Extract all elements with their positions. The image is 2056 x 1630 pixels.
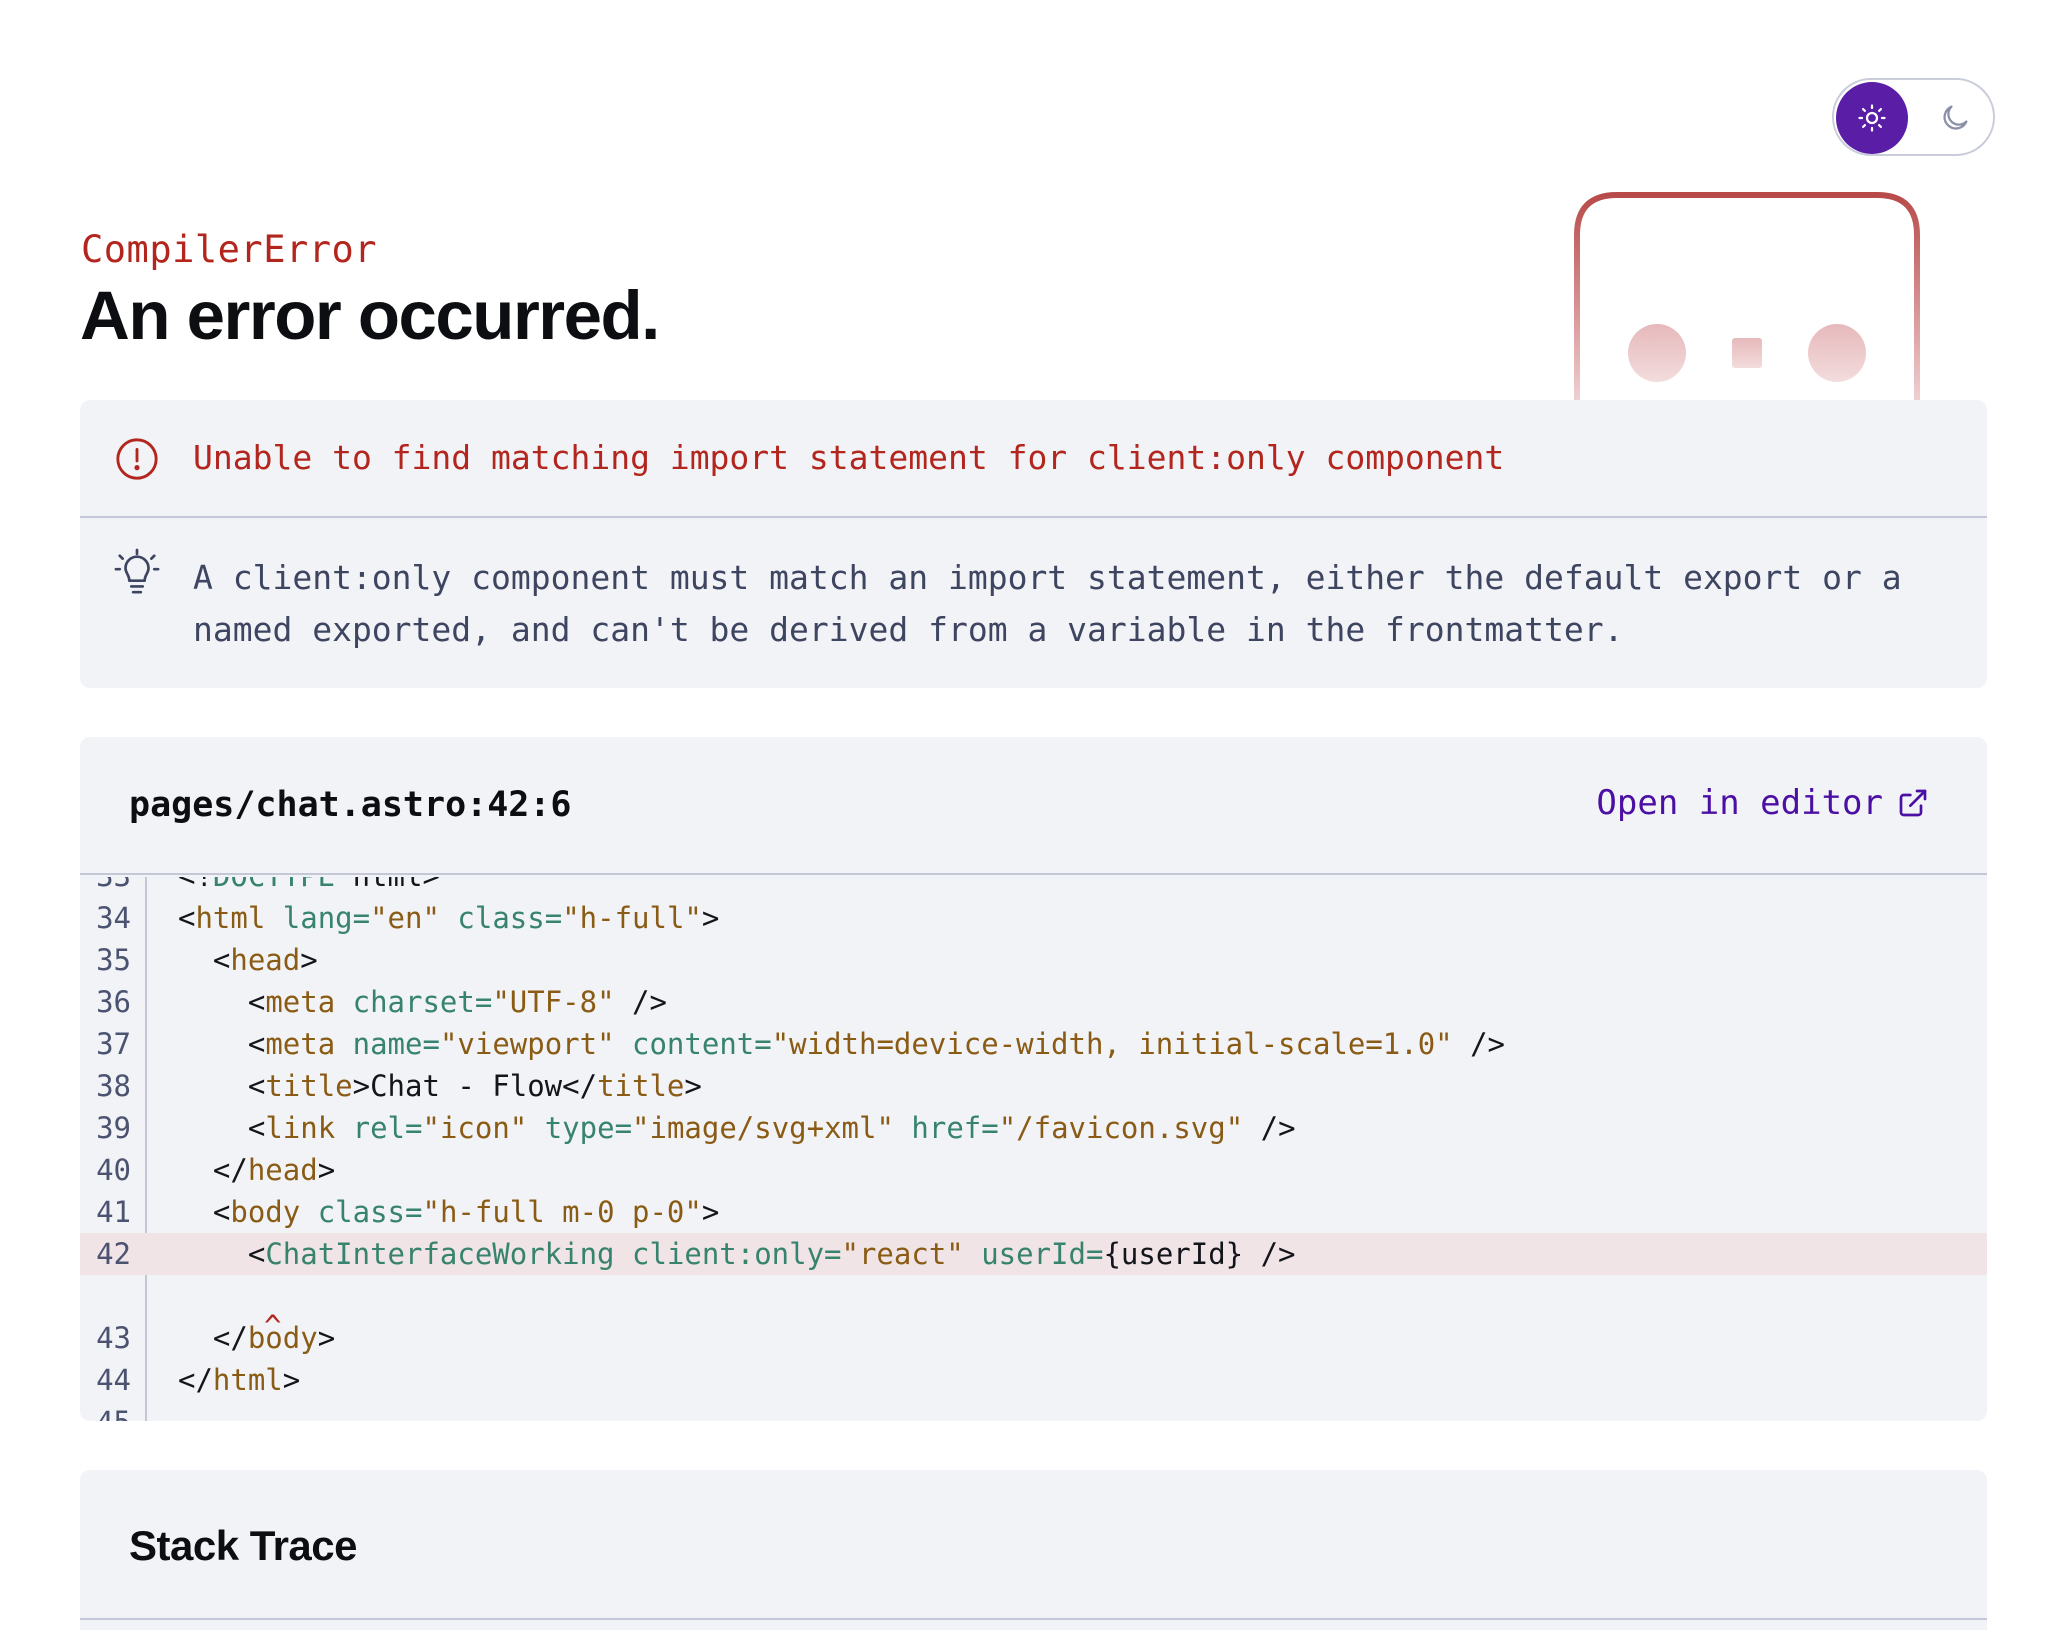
external-link-icon <box>1899 789 1927 817</box>
code-line: 45 <box>80 1401 1987 1421</box>
line-source: </body> <box>212 1321 336 1355</box>
dark-theme-button[interactable] <box>1919 82 1991 154</box>
code-line: 43 </body> <box>80 1317 1987 1359</box>
robot-illustration <box>1574 192 1920 402</box>
line-number: 38 <box>96 1069 131 1103</box>
code-line: 40 </head> <box>80 1149 1987 1191</box>
error-message-card: Unable to find matching import statement… <box>80 400 1987 688</box>
line-number: 37 <box>96 1027 131 1061</box>
line-source: <meta name="viewport" content="width=dev… <box>247 1027 1506 1061</box>
stack-trace-header: Stack Trace <box>80 1470 1987 1620</box>
line-source: <body class="h-full m-0 p-0"> <box>212 1195 720 1229</box>
error-hint: A client:only component must match an im… <box>193 558 1902 649</box>
code-frame-header: pages/chat.astro:42:6 Open in editor <box>80 737 1987 875</box>
code-line-highlighted: 42 <ChatInterfaceWorking client:only="re… <box>80 1233 1987 1275</box>
code-line: 35 <head> <box>80 939 1987 981</box>
moon-icon <box>1943 105 1968 130</box>
code-line: 38 <title>Chat - Flow</title> <box>80 1065 1987 1107</box>
code-frame: 33<!DOCTYPE html> 34 <html lang="en" class… <box>80 877 1987 1421</box>
error-overlay: CompilerError An error occurred. Unable … <box>0 0 2056 1630</box>
code-line: 37 <meta name="viewport" content="width=… <box>80 1023 1987 1065</box>
line-source: <head> <box>212 943 318 977</box>
code-frame-card: pages/chat.astro:42:6 Open in editor 33<… <box>80 737 1987 1421</box>
line-number: 43 <box>96 1321 131 1355</box>
code-line: 33<!DOCTYPE html> <box>80 877 1987 897</box>
line-number: 39 <box>96 1111 131 1145</box>
file-path: pages/chat.astro:42:6 <box>129 785 572 825</box>
error-caret: ^ <box>264 1309 282 1343</box>
stack-trace-card: Stack Trace <box>80 1470 1987 1630</box>
line-source: </head> <box>212 1153 336 1187</box>
line-number: 40 <box>96 1153 131 1187</box>
line-source: </html> <box>178 1363 301 1397</box>
error-name: CompilerError <box>81 228 378 271</box>
open-in-editor-link[interactable]: Open in editor <box>1596 783 1929 823</box>
line-number: 33 <box>80 877 146 893</box>
line-source: <title>Chat - Flow</title> <box>247 1069 702 1103</box>
error-message-row: Unable to find matching import statement… <box>80 400 1987 518</box>
line-number: 35 <box>96 943 131 977</box>
error-hint-row: A client:only component must match an im… <box>80 518 1987 688</box>
alert-circle-icon <box>116 438 158 480</box>
code-line: 36 <meta charset="UTF-8" /> <box>80 981 1987 1023</box>
page-title: An error occurred. <box>80 277 660 354</box>
code-line: 44 </html> <box>80 1359 1987 1401</box>
line-number: 41 <box>96 1195 131 1229</box>
light-theme-button[interactable] <box>1836 82 1908 154</box>
line-source: <link rel="icon" type="image/svg+xml" hr… <box>247 1111 1296 1145</box>
line-number: 44 <box>96 1363 131 1397</box>
line-source: <ChatInterfaceWorking client:only="react… <box>247 1237 1296 1271</box>
line-number: 36 <box>96 985 131 1019</box>
line-number: 34 <box>96 901 131 935</box>
stack-trace-title: Stack Trace <box>129 1522 358 1569</box>
theme-toggle[interactable] <box>1832 78 1995 156</box>
line-source: <html lang="en" class="h-full"> <box>178 901 720 935</box>
sun-icon <box>1858 104 1886 132</box>
open-in-editor-label: Open in editor <box>1596 783 1883 823</box>
code-line: 41 <body class="h-full m-0 p-0"> <box>80 1191 1987 1233</box>
line-number: 45 <box>80 1405 146 1421</box>
code-line: 39 <link rel="icon" type="image/svg+xml"… <box>80 1107 1987 1149</box>
line-source: <meta charset="UTF-8" /> <box>247 985 667 1019</box>
lightbulb-icon <box>114 548 160 594</box>
line-number: 42 <box>96 1237 131 1271</box>
code-line: 34 <html lang="en" class="h-full"> <box>80 897 1987 939</box>
error-message: Unable to find matching import statement… <box>193 438 1505 477</box>
line-source: <!DOCTYPE html> <box>146 877 440 893</box>
